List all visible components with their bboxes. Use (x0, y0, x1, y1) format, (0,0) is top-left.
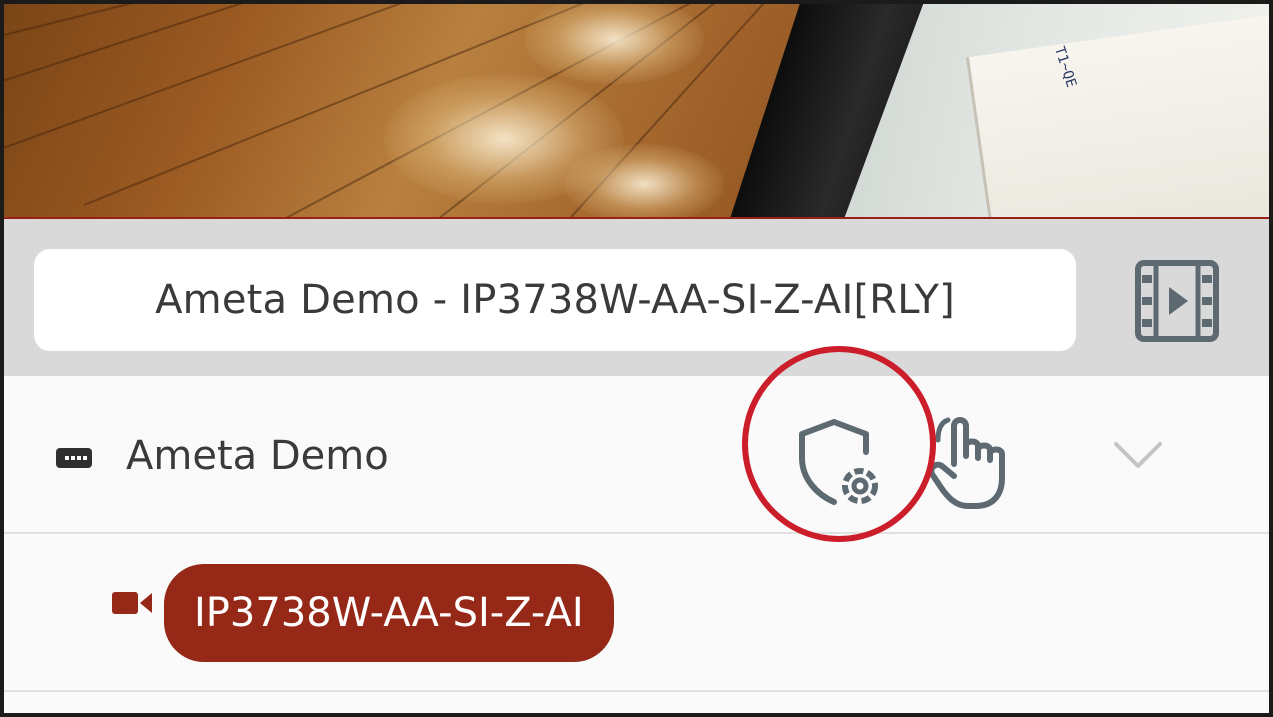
device-group-row[interactable]: Ameta Demo (4, 346, 1269, 542)
shield-gear-icon[interactable] (794, 416, 890, 508)
nvr-device-icon (56, 448, 92, 468)
camera-name-selected[interactable]: IP3738W-AA-SI-Z-AI (164, 564, 614, 662)
camera-row[interactable]: IP3738W-AA-SI-Z-AI (4, 534, 1269, 692)
app-frame: T1~QE Ameta Demo - IP3738W-AA-SI-Z-AI[RL… (0, 0, 1273, 717)
hand-pointer-icon[interactable] (928, 416, 1014, 510)
camera-icon (110, 588, 156, 618)
device-list: Ameta Demo IP3738W-AA-SI-Z-AI (4, 346, 1269, 713)
device-group-label: Ameta Demo (126, 433, 389, 479)
chevron-down-icon[interactable] (1112, 436, 1164, 476)
film-play-icon[interactable] (1132, 259, 1222, 343)
device-title: Ameta Demo - IP3738W-AA-SI-Z-AI[RLY] (34, 249, 1076, 351)
camera-live-view[interactable]: T1~QE (4, 4, 1269, 219)
title-bar: Ameta Demo - IP3738W-AA-SI-Z-AI[RLY] (4, 219, 1269, 376)
